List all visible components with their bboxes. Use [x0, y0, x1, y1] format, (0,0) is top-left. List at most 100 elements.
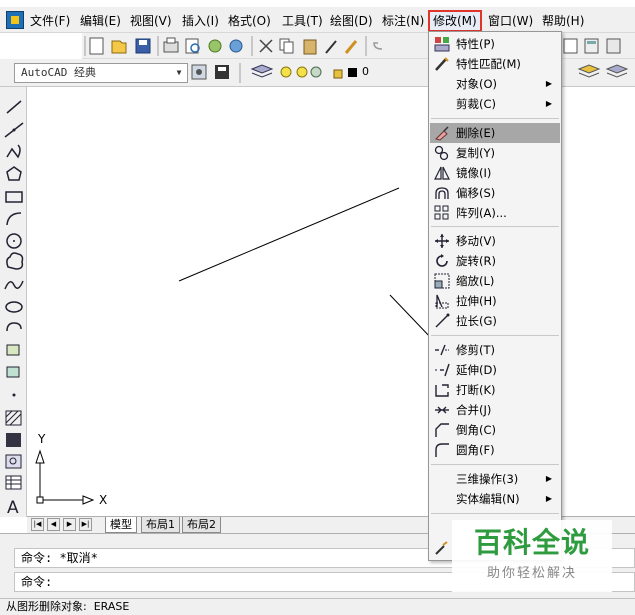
menu-item-rotate[interactable]: 旋转(R) [430, 251, 560, 271]
freeze-icon[interactable] [310, 66, 322, 78]
rectangle-icon[interactable] [5, 191, 23, 203]
menu-separator [431, 513, 559, 514]
menu-edit[interactable]: 编辑(E) [80, 12, 121, 30]
region-icon[interactable] [5, 454, 22, 469]
drawn-line-1[interactable] [178, 187, 400, 282]
point-icon[interactable] [12, 393, 16, 397]
menu-modify[interactable]: 修改(M) [428, 10, 482, 32]
menu-item-properties[interactable]: 特性(P) [430, 34, 560, 54]
menu-item-erase[interactable]: 删除(E) [430, 123, 560, 143]
save-icon[interactable] [135, 38, 151, 54]
menu-file[interactable]: 文件(F) [30, 12, 70, 30]
make-block-icon[interactable] [6, 366, 20, 378]
sun-icon[interactable] [296, 66, 308, 78]
menu-item-join[interactable]: 合并(J) [430, 400, 560, 420]
workspace-value: AutoCAD 经典 [21, 66, 96, 79]
chevron-down-icon[interactable]: ▼ [173, 66, 185, 80]
circle-icon[interactable] [6, 233, 22, 249]
ellipse-arc-icon[interactable] [6, 322, 22, 332]
publish-web-icon[interactable] [229, 39, 243, 53]
menu-item-offset[interactable]: 偏移(S) [430, 183, 560, 203]
drawn-line-2[interactable] [389, 294, 433, 340]
insert-block-icon[interactable] [6, 344, 20, 356]
construction-line-icon[interactable] [4, 122, 24, 138]
tab-first-button[interactable]: |◀ [31, 518, 44, 531]
arc-icon[interactable] [6, 212, 22, 226]
color-swatch-icon[interactable] [348, 68, 357, 77]
markup-icon[interactable] [606, 38, 621, 54]
menu-item-mirror[interactable]: 镜像(I) [430, 163, 560, 183]
ellipse-icon[interactable] [5, 301, 23, 313]
menu-window[interactable]: 窗口(W) [488, 12, 533, 30]
menu-item-label: 移动(V) [456, 234, 496, 248]
menu-item-object[interactable]: 对象(O) ▶ [430, 74, 560, 94]
menu-item-3d-operations[interactable]: 三维操作(3) ▶ [430, 469, 560, 489]
menu-format[interactable]: 格式(O) [228, 12, 271, 30]
submenu-arrow-icon: ▶ [545, 99, 552, 108]
layer-state-icon[interactable] [605, 64, 629, 78]
workspace-settings-icon[interactable] [191, 64, 207, 80]
submenu-arrow-icon: ▶ [545, 79, 552, 88]
menu-item-copy[interactable]: 复制(Y) [430, 143, 560, 163]
polyline-icon[interactable] [6, 144, 21, 159]
menu-item-solid-editing[interactable]: 实体编辑(N) ▶ [430, 489, 560, 509]
menu-item-scale[interactable]: 缩放(L) [430, 271, 560, 291]
menu-item-stretch[interactable]: 拉伸(H) [430, 291, 560, 311]
menu-help[interactable]: 帮助(H) [542, 12, 584, 30]
paste-icon[interactable] [303, 39, 317, 55]
table-icon[interactable] [5, 475, 22, 490]
layer-name[interactable]: 0 [362, 65, 369, 78]
workspace-select[interactable]: AutoCAD 经典 ▼ [14, 63, 188, 83]
menu-dimension[interactable]: 标注(N) [382, 12, 424, 30]
menu-item-trim[interactable]: 修剪(T) [430, 340, 560, 360]
tab-model[interactable]: 模型 [105, 517, 137, 533]
plot-icon[interactable] [163, 37, 179, 53]
hatch-icon[interactable] [5, 410, 22, 426]
new-icon[interactable] [89, 37, 104, 55]
menu-insert[interactable]: 插入(I) [182, 12, 219, 30]
menu-item-fillet[interactable]: 圆角(F) [430, 440, 560, 460]
tab-next-button[interactable]: ▶ [63, 518, 76, 531]
menu-item-match-properties[interactable]: 特性匹配(M) [430, 54, 560, 74]
menu-tools[interactable]: 工具(T) [282, 12, 323, 30]
calculator-icon[interactable] [584, 38, 599, 54]
plot-preview-icon[interactable] [185, 38, 200, 54]
undo-icon[interactable] [373, 42, 383, 50]
gradient-icon[interactable] [6, 433, 21, 447]
block-editor-icon[interactable] [344, 40, 358, 54]
line-icon[interactable] [6, 100, 22, 114]
mtext-icon[interactable]: A [7, 498, 19, 518]
revision-cloud-icon[interactable] [6, 252, 24, 270]
app-icon[interactable] [6, 11, 24, 29]
spline-icon[interactable] [4, 280, 24, 290]
publish-icon[interactable] [208, 39, 222, 53]
watermark: 百科全说 助你轻松解决 [452, 520, 612, 592]
cut-icon[interactable] [259, 39, 273, 53]
open-icon[interactable] [111, 40, 127, 54]
menu-item-chamfer[interactable]: 倒角(C) [430, 420, 560, 440]
tab-prev-button[interactable]: ◀ [47, 518, 60, 531]
polygon-icon[interactable] [6, 166, 22, 181]
layer-properties-icon[interactable] [250, 64, 274, 78]
menu-item-lengthen[interactable]: 拉长(G) [430, 311, 560, 331]
menu-item-array[interactable]: 阵列(A)... [430, 203, 560, 223]
copy-clip-icon[interactable] [279, 38, 294, 54]
menu-item-break[interactable]: 打断(K) [430, 380, 560, 400]
menu-view[interactable]: 视图(V) [130, 12, 172, 30]
layer-previous-icon[interactable] [577, 64, 601, 78]
bulb-icon[interactable] [280, 66, 292, 78]
tab-layout1[interactable]: 布局1 [141, 517, 180, 533]
tab-last-button[interactable]: ▶| [79, 518, 92, 531]
menu-item-extend[interactable]: 延伸(D) [430, 360, 560, 380]
menu-draw[interactable]: 绘图(D) [330, 12, 373, 30]
menu-item-label: 合并(J) [456, 403, 492, 417]
tab-layout2[interactable]: 布局2 [182, 517, 221, 533]
menu-item-clip[interactable]: 剪裁(C) ▶ [430, 94, 560, 114]
menu-item-move[interactable]: 移动(V) [430, 231, 560, 251]
sheet-set-icon[interactable] [563, 38, 578, 54]
copy-icon [434, 145, 449, 161]
lock-icon[interactable] [333, 69, 343, 79]
fillet-icon [435, 443, 449, 457]
match-prop-toolbar-icon[interactable] [325, 40, 337, 54]
workspace-save-icon[interactable] [215, 65, 229, 79]
